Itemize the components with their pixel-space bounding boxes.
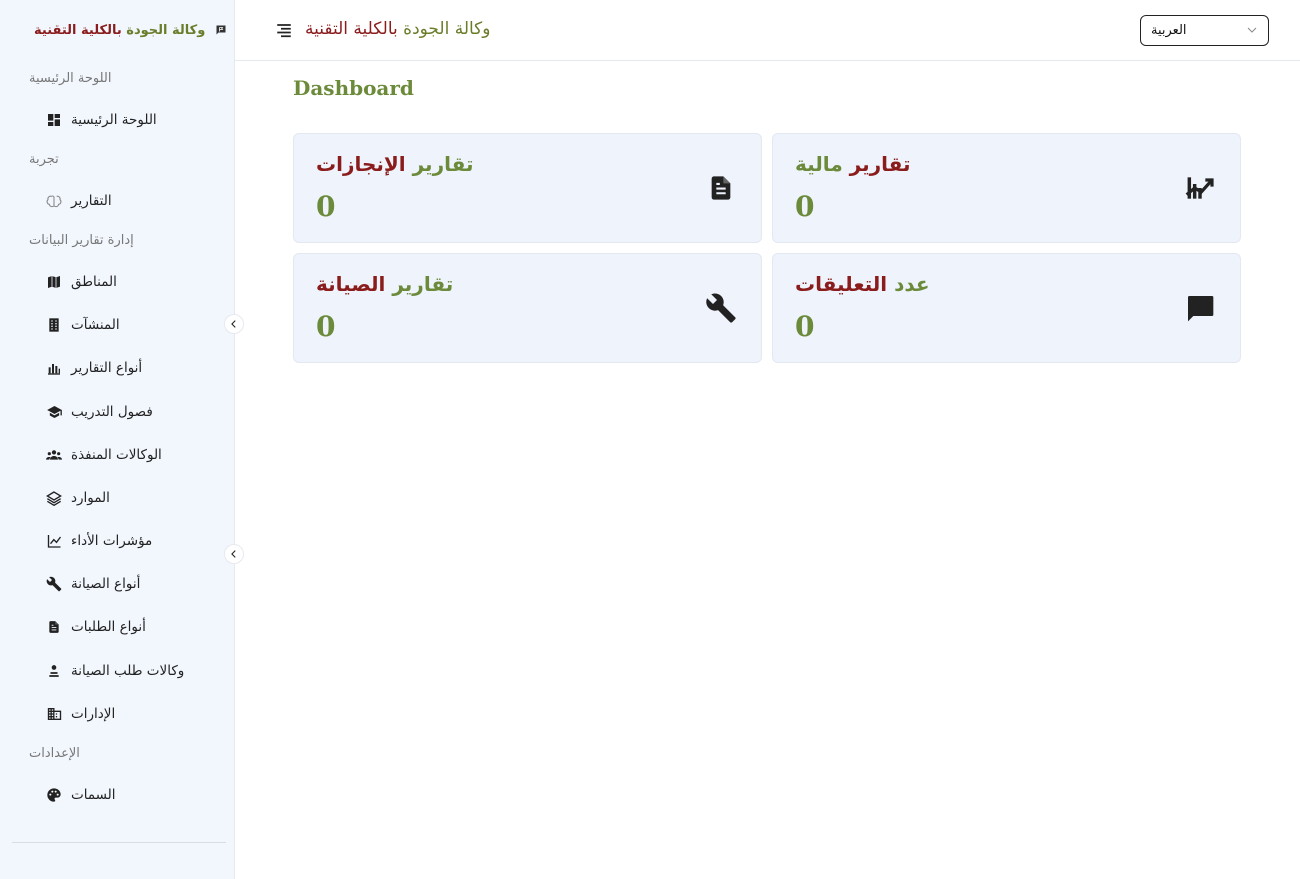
brand-title: وكالة الجودة بالكلية التقنية: [34, 22, 206, 38]
sidebar-collapse-button[interactable]: [224, 314, 244, 334]
sidebar-item-request-types[interactable]: أنواع الطلبات: [45, 612, 146, 642]
sidebar-item-maintenance-request-agencies[interactable]: وكالات طلب الصيانة: [45, 656, 184, 686]
document-icon: [45, 618, 63, 636]
sidebar-item-facilities[interactable]: المنشآت: [45, 310, 120, 340]
sidebar-item-label: أنواع الطلبات: [71, 619, 146, 635]
sidebar-item-regions[interactable]: المناطق: [45, 267, 117, 297]
dashboard-icon: [45, 111, 63, 129]
sidebar-item-training-classes[interactable]: فصول التدريب: [45, 397, 153, 427]
palette-icon: [45, 786, 63, 804]
sidebar-brand[interactable]: وكالة الجودة بالكلية التقنية: [0, 0, 235, 60]
graduation-cap-icon: [45, 403, 63, 421]
sidebar: وكالة الجودة بالكلية التقنية اللوحة الرئ…: [0, 0, 235, 879]
sidebar-item-reports[interactable]: التقارير: [45, 186, 112, 216]
card-value: 0: [795, 310, 815, 343]
sidebar-item-label: أنواع التقارير: [71, 360, 143, 376]
app-root: وكالة الجودة بالكلية التقنية اللوحة الرئ…: [0, 0, 1300, 879]
chevron-left-icon: [229, 549, 239, 559]
sidebar-item-label: الإدارات: [71, 706, 116, 722]
sidebar-item-report-types[interactable]: أنواع التقارير: [45, 353, 142, 383]
card-value: 0: [795, 190, 815, 223]
sidebar-item-maintenance-types[interactable]: أنواع الصيانة: [45, 569, 140, 599]
wrench-icon: [45, 575, 63, 593]
sidebar-item-label: الموارد: [71, 490, 110, 506]
panel-collapse-button[interactable]: [224, 544, 244, 564]
language-select-value: العربية: [1151, 23, 1187, 38]
sidebar-item-label: السمات: [71, 787, 116, 803]
section-title-main: اللوحة الرئيسية: [29, 71, 112, 86]
header-title: وكالة الجودة بالكلية التقنية: [305, 19, 491, 39]
sidebar-item-label: المنشآت: [71, 317, 120, 333]
sidebar-item-label: الوكالات المنفذة: [71, 447, 162, 463]
building-icon: [45, 316, 63, 334]
group-icon: [45, 446, 63, 464]
sidebar-item-executing-agencies[interactable]: الوكالات المنفذة: [45, 440, 162, 470]
top-header: وكالة الجودة بالكلية التقنية العربية: [235, 0, 1300, 61]
sidebar-item-resources[interactable]: الموارد: [45, 483, 110, 513]
card-comments-count[interactable]: عدد التعليقات 0: [772, 253, 1241, 363]
language-select[interactable]: العربية: [1140, 15, 1269, 46]
sidebar-item-label: اللوحة الرئيسية: [71, 112, 157, 128]
card-value: 0: [316, 310, 336, 343]
wrench-icon: [703, 290, 739, 326]
card-title: تقارير مالية: [795, 152, 911, 176]
sidebar-item-themes[interactable]: السمات: [45, 780, 116, 810]
card-value: 0: [316, 190, 336, 223]
section-title-settings: الإعدادات: [29, 746, 80, 761]
sidebar-item-label: فصول التدريب: [71, 404, 153, 420]
sidebar-item-dashboard[interactable]: اللوحة الرئيسية: [45, 105, 157, 135]
sidebar-item-label: المناطق: [71, 274, 117, 290]
chevron-down-icon: [1246, 24, 1258, 40]
sidebar-item-label: وكالات طلب الصيانة: [71, 663, 185, 679]
card-title: عدد التعليقات: [795, 272, 930, 296]
page-title: Dashboard: [293, 76, 414, 100]
brain-icon: [45, 192, 63, 210]
layers-icon: [45, 489, 63, 507]
person-icon: [45, 662, 63, 680]
section-title-data-reports: إدارة تقارير البيانات: [29, 233, 134, 248]
card-title: تقارير الإنجازات: [316, 152, 474, 176]
chevron-left-icon: [229, 319, 239, 329]
section-title-trial: تجربة: [29, 152, 59, 167]
trending-chart-icon: [1182, 170, 1218, 206]
sidebar-divider: [12, 842, 226, 843]
line-chart-icon: [45, 532, 63, 550]
card-title: تقارير الصيانة: [316, 272, 454, 296]
sidebar-item-label: أنواع الصيانة: [71, 576, 141, 592]
sidebar-item-kpis[interactable]: مؤشرات الأداء: [45, 526, 152, 556]
sidebar-item-departments[interactable]: الإدارات: [45, 699, 115, 729]
bar-chart-icon: [45, 359, 63, 377]
chat-icon: [1182, 290, 1218, 326]
document-icon: [703, 170, 739, 206]
menu-align-icon[interactable]: [275, 22, 293, 40]
card-achievement-reports[interactable]: تقارير الإنجازات 0: [293, 133, 762, 243]
map-icon: [45, 273, 63, 291]
card-maintenance-reports[interactable]: تقارير الصيانة 0: [293, 253, 762, 363]
sidebar-item-label: مؤشرات الأداء: [71, 533, 153, 549]
corporate-icon: [45, 705, 63, 723]
sidebar-item-label: التقارير: [71, 193, 112, 209]
flag-message-icon: [215, 24, 227, 36]
card-financial-reports[interactable]: تقارير مالية 0: [772, 133, 1241, 243]
